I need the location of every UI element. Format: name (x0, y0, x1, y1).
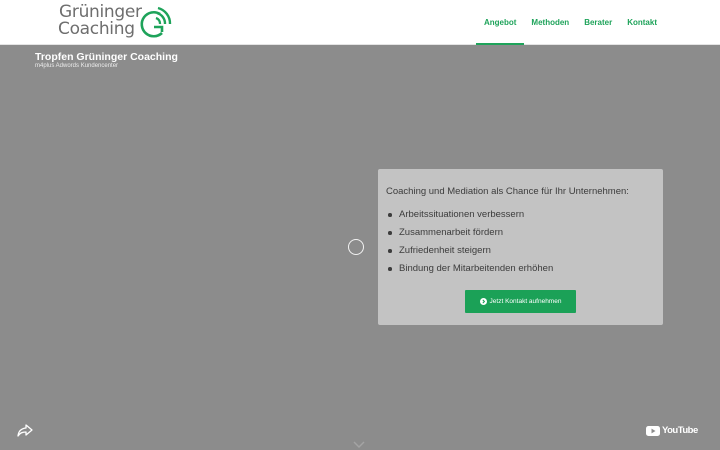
contact-cta-button[interactable]: Jetzt Kontakt aufnehmen (465, 290, 576, 313)
list-item: Bindung der Mitarbeitenden erhöhen (386, 263, 553, 281)
nav-angebot[interactable]: Angebot (475, 0, 525, 45)
video-title[interactable]: Tropfen Grüninger Coaching (35, 51, 178, 63)
youtube-label: YouTube (662, 425, 698, 436)
site-logo[interactable]: Grüninger Coaching (58, 2, 174, 42)
contact-cta-label: Jetzt Kontakt aufnehmen (489, 298, 562, 305)
youtube-link[interactable]: YouTube (646, 425, 698, 436)
logo-line-2: Coaching (58, 19, 135, 39)
video-channel[interactable]: m4plus Adwords Kundencenter (35, 63, 118, 69)
chevron-down-icon[interactable] (353, 441, 365, 449)
list-item: Arbeitssituationen verbessern (386, 209, 553, 227)
loading-spinner-icon (348, 239, 364, 255)
main-navigation: Angebot Methoden Berater Kontakt (475, 0, 658, 45)
video-player[interactable]: Tropfen Grüninger Coaching m4plus Adword… (0, 45, 720, 450)
benefit-list: Arbeitssituationen verbessern Zusammenar… (386, 209, 553, 281)
nav-berater[interactable]: Berater (583, 0, 613, 45)
youtube-logo-icon (646, 425, 660, 436)
share-arrow-icon[interactable] (17, 424, 33, 438)
nav-kontakt[interactable]: Kontakt (626, 0, 658, 45)
nav-methoden[interactable]: Methoden (530, 0, 570, 45)
card-lead: Coaching und Mediation als Chance für Ih… (386, 186, 629, 197)
list-item: Zusammenarbeit fördern (386, 227, 553, 245)
target-g-logo-icon (140, 6, 172, 38)
chevron-circle-right-icon (479, 298, 487, 305)
list-item: Zufriedenheit steigern (386, 245, 553, 263)
promo-card: Coaching und Mediation als Chance für Ih… (378, 169, 663, 325)
site-header: Grüninger Coaching Angebot Methoden Bera… (0, 0, 720, 45)
